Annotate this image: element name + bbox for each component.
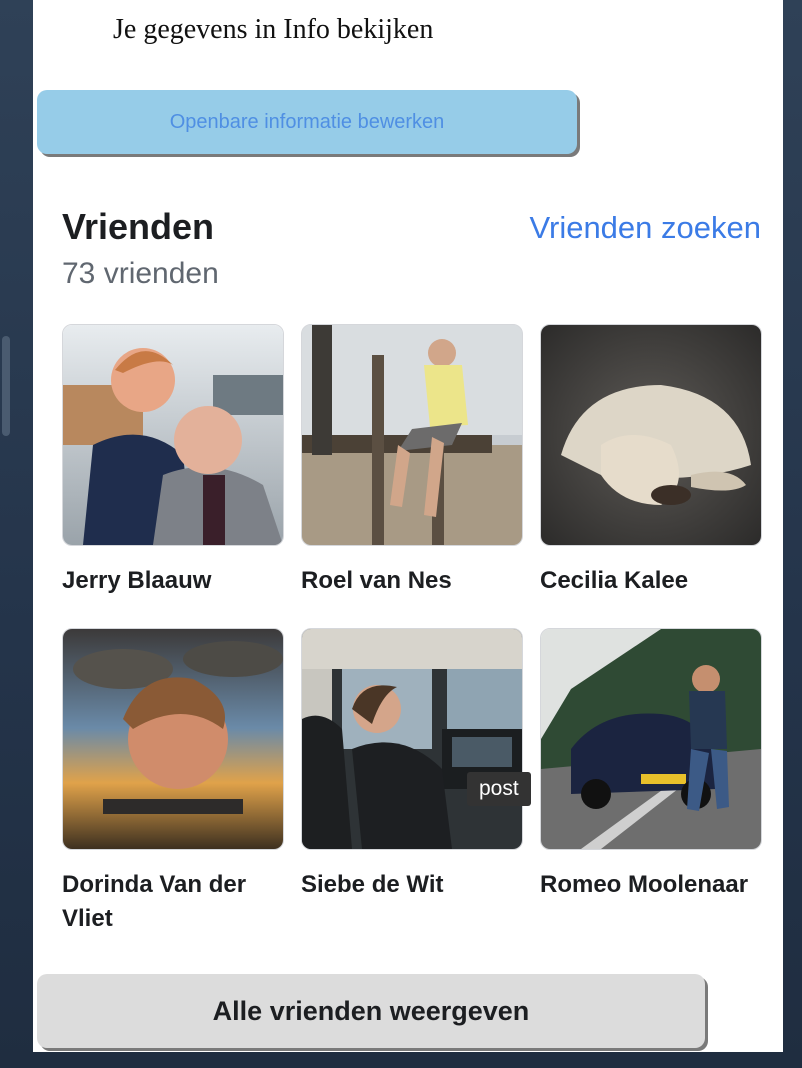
friend-card[interactable]: Cecilia Kalee (540, 324, 762, 598)
friend-photo[interactable] (62, 324, 284, 546)
friend-photo[interactable] (540, 628, 762, 850)
tooltip: post (467, 772, 531, 806)
show-all-friends-button[interactable]: Alle vrienden weergeven (37, 974, 705, 1048)
friend-card[interactable]: Jerry Blaauw (62, 324, 284, 598)
friends-panel: Je gegevens in Info bekijken Openbare in… (33, 0, 783, 1052)
friend-name[interactable]: Siebe de Wit (301, 868, 523, 902)
friend-name[interactable]: Jerry Blaauw (62, 564, 284, 598)
friend-photo[interactable] (301, 628, 523, 850)
window-scrollbar[interactable] (2, 336, 10, 436)
friend-name[interactable]: Romeo Moolenaar (540, 868, 762, 902)
friend-card[interactable]: Dorinda Van der Vliet (62, 628, 284, 936)
friend-name[interactable]: Cecilia Kalee (540, 564, 762, 598)
friend-name[interactable]: Dorinda Van der Vliet (62, 868, 284, 936)
friends-count: 73 vrienden (62, 257, 219, 290)
info-link[interactable]: Je gegevens in Info bekijken (113, 14, 433, 46)
edit-public-info-button[interactable]: Openbare informatie bewerken (37, 90, 577, 154)
friend-photo[interactable] (540, 324, 762, 546)
friend-name[interactable]: Roel van Nes (301, 564, 523, 598)
find-friends-link[interactable]: Vrienden zoeken (529, 210, 761, 246)
friend-card[interactable]: Siebe de Wit (301, 628, 523, 902)
friends-title: Vrienden (62, 206, 215, 247)
friend-card[interactable]: Romeo Moolenaar (540, 628, 762, 902)
friend-card[interactable]: Roel van Nes (301, 324, 523, 598)
friend-photo[interactable] (62, 628, 284, 850)
friend-photo[interactable] (301, 324, 523, 546)
